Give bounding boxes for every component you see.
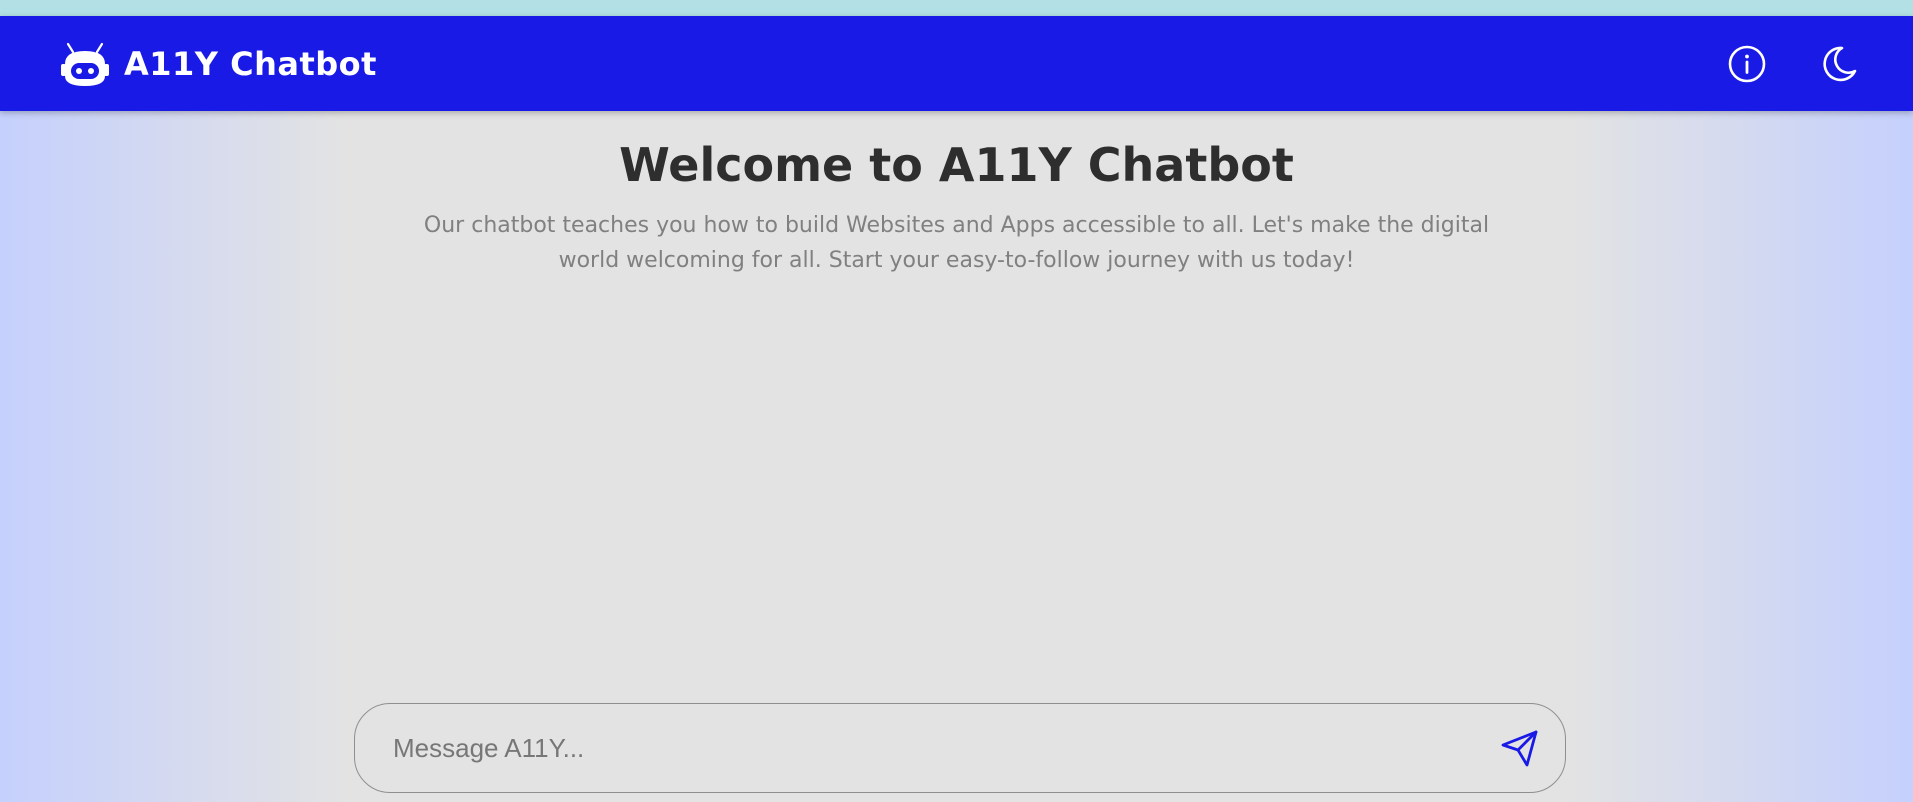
page-subtitle: Our chatbot teaches you how to build Web… <box>423 213 1490 273</box>
theme-toggle-button[interactable] <box>1819 44 1859 84</box>
brand[interactable]: A11Y Chatbot <box>60 40 377 88</box>
navbar: A11Y Chatbot <box>0 16 1913 111</box>
send-icon <box>1501 730 1538 767</box>
top-strip <box>0 0 1913 16</box>
moon-icon <box>1823 46 1857 82</box>
message-input[interactable] <box>393 718 1495 778</box>
page-title: Welcome to A11Y Chatbot <box>619 138 1294 192</box>
info-button[interactable] <box>1727 44 1767 84</box>
message-composer <box>354 703 1566 793</box>
robot-icon <box>61 42 109 86</box>
welcome-section: Welcome to A11Y Chatbot Our chatbot teac… <box>0 132 1913 278</box>
send-button[interactable] <box>1495 724 1543 772</box>
info-icon <box>1728 45 1766 83</box>
app-name: A11Y Chatbot <box>124 45 377 83</box>
